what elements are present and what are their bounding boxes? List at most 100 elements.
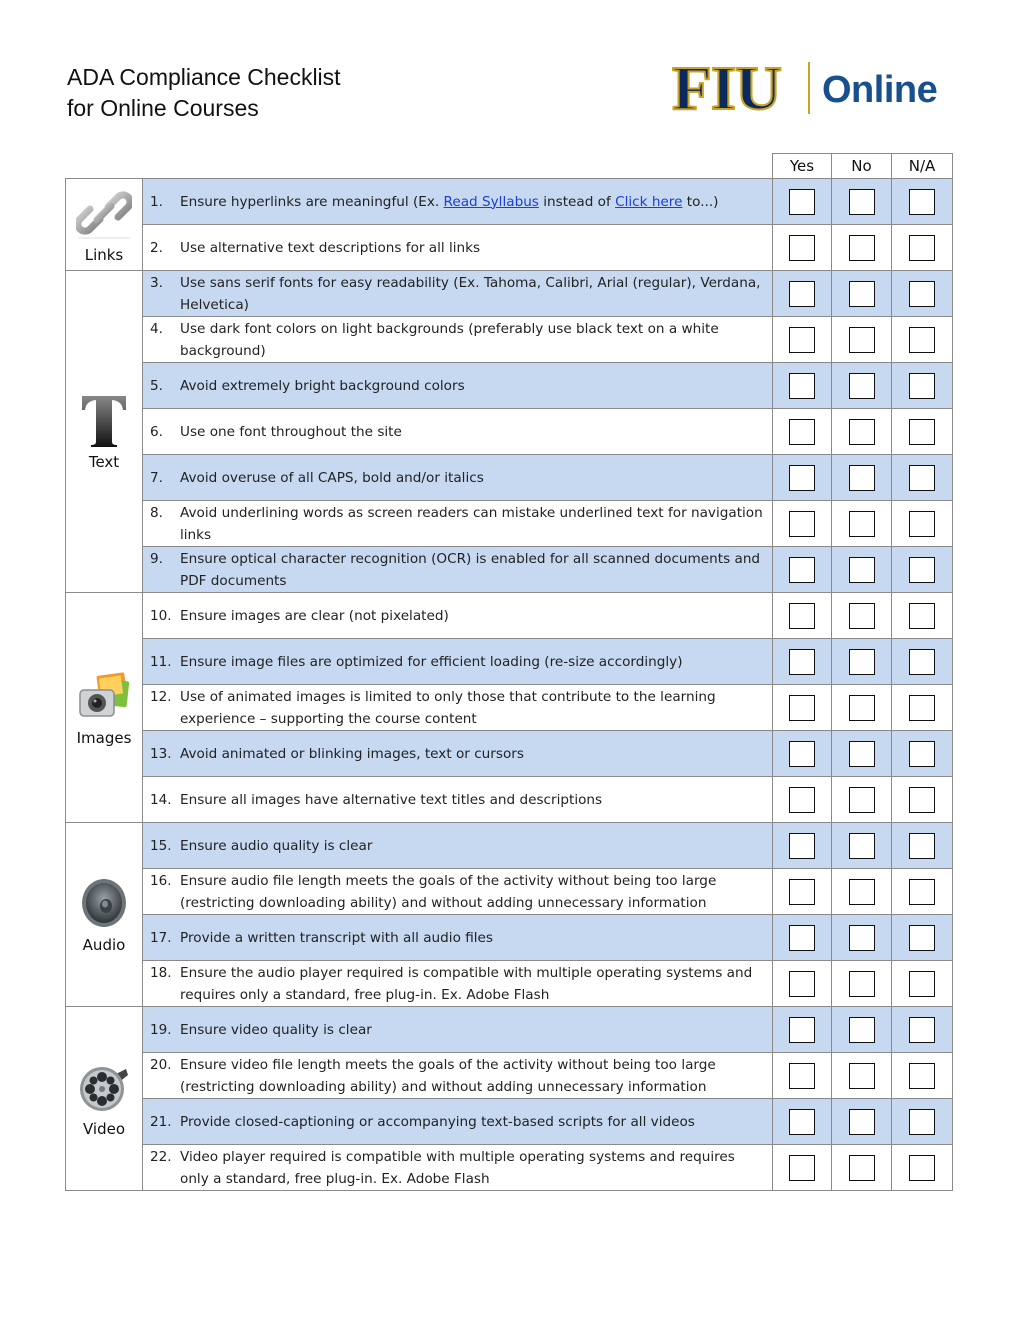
checkbox-yes[interactable]	[789, 970, 815, 997]
item-text: Ensure images are clear (not pixelated)	[180, 607, 449, 624]
checkbox-no[interactable]	[848, 602, 875, 629]
checkbox-na[interactable]	[909, 648, 935, 675]
checkbox-na[interactable]	[909, 924, 935, 951]
checkbox-no[interactable]	[848, 1062, 875, 1089]
checkbox-no[interactable]	[848, 970, 875, 997]
checkbox-no[interactable]	[848, 1108, 875, 1135]
checkbox-yes[interactable]	[789, 602, 815, 629]
answer-cell-yes	[772, 638, 832, 685]
checkbox-na[interactable]	[909, 970, 935, 997]
checkbox-na[interactable]	[909, 188, 935, 215]
checkbox-yes[interactable]	[789, 1154, 815, 1181]
checkbox-yes[interactable]	[789, 694, 815, 721]
checkbox-na[interactable]	[909, 418, 935, 445]
checkbox-no[interactable]	[848, 464, 875, 491]
checklist-row: 11. Ensure image files are optimized for …	[66, 638, 953, 685]
checkbox-no[interactable]	[848, 648, 875, 675]
checkbox-yes[interactable]	[789, 1108, 815, 1135]
checkbox-yes[interactable]	[789, 648, 815, 675]
checkbox-na[interactable]	[909, 464, 935, 491]
checkbox-yes[interactable]	[789, 740, 815, 767]
checkbox-na[interactable]	[909, 740, 935, 767]
checkbox-no[interactable]	[848, 740, 875, 767]
answer-cell-na	[891, 960, 953, 1007]
checkbox-yes[interactable]	[789, 1016, 815, 1043]
checklist-item-text-cell: 16. Ensure audio file length meets the go…	[142, 868, 773, 915]
checkbox-na[interactable]	[909, 326, 935, 353]
answer-cell-no	[831, 822, 892, 869]
checkbox-na[interactable]	[909, 1016, 935, 1043]
answer-cell-na	[891, 1144, 953, 1191]
category-label: Audio	[82, 936, 126, 954]
item-text: Ensure audio file length meets the goals…	[180, 872, 717, 911]
item-number: 6.	[150, 423, 163, 440]
checkbox-yes[interactable]	[789, 280, 815, 307]
checkbox-yes[interactable]	[789, 234, 815, 261]
checkbox-na[interactable]	[909, 510, 935, 537]
checkbox-yes[interactable]	[789, 924, 815, 951]
checkbox-yes[interactable]	[789, 786, 815, 813]
checkbox-no[interactable]	[848, 556, 875, 583]
checkbox-no[interactable]	[848, 234, 875, 261]
checkbox-no[interactable]	[848, 878, 875, 905]
checkbox-yes[interactable]	[789, 188, 815, 215]
checkbox-na[interactable]	[909, 1062, 935, 1089]
item-text: Ensure optical character recognition (OC…	[180, 550, 761, 589]
checkbox-na[interactable]	[909, 556, 935, 583]
hyperlink-read-syllabus[interactable]: Read Syllabus	[444, 194, 539, 210]
checkbox-no[interactable]	[848, 1016, 875, 1043]
fiu-online-logo: FIU Online	[671, 57, 956, 121]
category-cell-links: Links	[65, 178, 143, 271]
checkbox-na[interactable]	[909, 372, 935, 399]
checkbox-na[interactable]	[909, 602, 935, 629]
checkbox-no[interactable]	[848, 694, 875, 721]
category-cell-images: Images	[65, 592, 143, 823]
checkbox-yes[interactable]	[789, 1062, 815, 1089]
answer-cell-no	[831, 1052, 892, 1099]
serif-t-icon	[76, 392, 132, 453]
checkbox-na[interactable]	[909, 1108, 935, 1135]
answer-cell-yes	[772, 454, 832, 501]
checkbox-no[interactable]	[848, 1154, 875, 1181]
checkbox-na[interactable]	[909, 878, 935, 905]
checkbox-no[interactable]	[848, 510, 875, 537]
answer-cell-na	[891, 822, 953, 869]
checkbox-no[interactable]	[848, 280, 875, 307]
checkbox-na[interactable]	[909, 280, 935, 307]
answer-cell-no	[831, 500, 892, 547]
checkbox-no[interactable]	[848, 418, 875, 445]
checkbox-yes[interactable]	[789, 832, 815, 859]
checklist-item-text-cell: 3. Use sans serif fonts for easy readabil…	[142, 270, 773, 317]
checkbox-no[interactable]	[848, 832, 875, 859]
link-chain-icon	[74, 185, 134, 246]
speaker-icon	[76, 875, 132, 936]
answer-cell-yes	[772, 362, 832, 409]
checkbox-na[interactable]	[909, 786, 935, 813]
checkbox-no[interactable]	[848, 924, 875, 951]
checklist-item-text-cell: 2. Use alternative text descriptions for …	[142, 224, 773, 271]
answer-cell-na	[891, 776, 953, 823]
checkbox-na[interactable]	[909, 694, 935, 721]
answer-cell-yes	[772, 1098, 832, 1145]
checkbox-na[interactable]	[909, 1154, 935, 1181]
answer-cell-yes	[772, 1052, 832, 1099]
answer-cell-yes	[772, 500, 832, 547]
item-number: 8.	[150, 504, 163, 521]
checkbox-na[interactable]	[909, 234, 935, 261]
checkbox-yes[interactable]	[789, 326, 815, 353]
checkbox-yes[interactable]	[789, 556, 815, 583]
checkbox-no[interactable]	[848, 786, 875, 813]
checkbox-yes[interactable]	[789, 418, 815, 445]
checkbox-no[interactable]	[848, 326, 875, 353]
checkbox-no[interactable]	[848, 372, 875, 399]
checkbox-yes[interactable]	[789, 878, 815, 905]
hyperlink-click-here[interactable]: Click here	[615, 194, 682, 210]
checklist-row: 14. Ensure all images have alternative te…	[66, 776, 953, 823]
checkbox-na[interactable]	[909, 832, 935, 859]
checkbox-yes[interactable]	[789, 510, 815, 537]
checkbox-yes[interactable]	[789, 372, 815, 399]
checkbox-yes[interactable]	[789, 464, 815, 491]
checkbox-no[interactable]	[848, 188, 875, 215]
item-text: Ensure video quality is clear	[180, 1021, 372, 1038]
answer-cell-na	[891, 362, 953, 409]
